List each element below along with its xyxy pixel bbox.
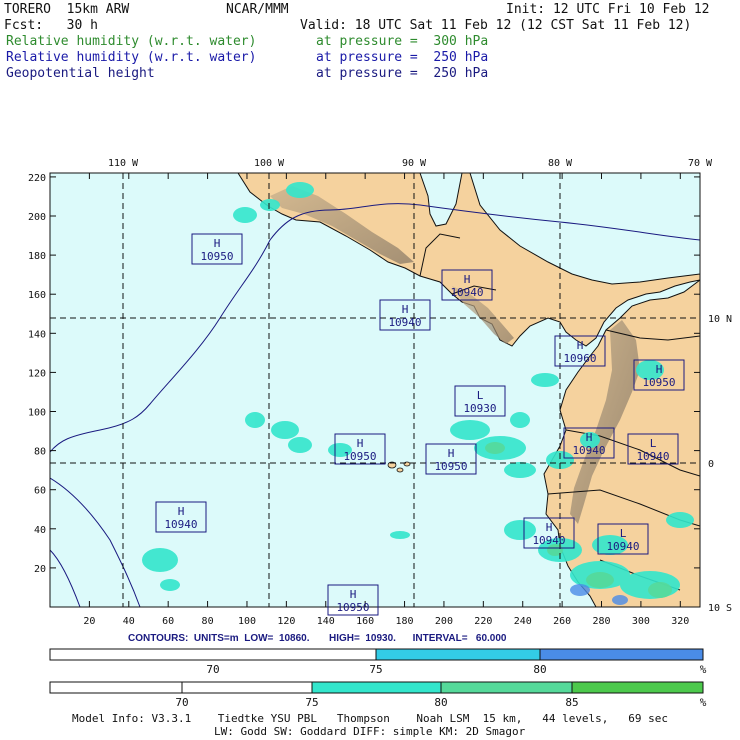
- x-tick-label: 60: [162, 616, 174, 627]
- center-value: 10950: [434, 460, 467, 473]
- contour-info: CONTOURS: UNITS=m LOW= 10860. HIGH= 1093…: [128, 633, 507, 644]
- y-tick-label: 160: [28, 290, 46, 301]
- center-type: L: [477, 389, 484, 402]
- center-value: 10940: [572, 444, 605, 457]
- colorbar-label: 80: [533, 663, 546, 676]
- physics-info: LW: Godd SW: Goddard DIFF: simple KM: 2D…: [214, 725, 526, 738]
- center-value: 10940: [450, 286, 483, 299]
- colorbar-label: 75: [369, 663, 382, 676]
- colorbar-label: 80: [434, 696, 447, 709]
- x-tick-label: 260: [553, 616, 571, 627]
- y-tick-label: 60: [34, 486, 46, 497]
- center-value: 10940: [164, 518, 197, 531]
- x-tick-label: 20: [83, 616, 95, 627]
- center-value: 10950: [200, 250, 233, 263]
- x-tick-label: 120: [277, 616, 295, 627]
- center-value: 10940: [388, 316, 421, 329]
- lon-label: 70 W: [688, 158, 713, 169]
- center-value: 10950: [642, 376, 675, 389]
- x-tick-label: 300: [632, 616, 650, 627]
- center-type: H: [464, 273, 471, 286]
- center-value: 10940: [606, 540, 639, 553]
- center-value: 10930: [463, 402, 496, 415]
- colorbar-segment: [440, 681, 573, 694]
- lat-label: 10 N: [708, 314, 732, 325]
- colorbar-segment: [539, 648, 704, 661]
- center-value: 10950: [336, 601, 369, 614]
- colorbar-label: 70: [175, 696, 188, 709]
- center-value: 10950: [343, 450, 376, 463]
- colorbar-label: %: [700, 696, 707, 709]
- x-tick-label: 200: [435, 616, 453, 627]
- center-value: 10940: [636, 450, 669, 463]
- x-tick-label: 240: [514, 616, 532, 627]
- colorbar-segment: [571, 681, 704, 694]
- center-value: 10940: [532, 534, 565, 547]
- center-type: H: [350, 588, 357, 601]
- weather-map: 110 W 100 W 90 W 80 W 70 W 10 N 0 10 S 2…: [28, 158, 732, 709]
- y-tick-label: 140: [28, 329, 46, 340]
- x-tick-label: 40: [123, 616, 135, 627]
- x-tick-label: 180: [396, 616, 414, 627]
- center-type: H: [586, 431, 593, 444]
- center-type: L: [650, 437, 657, 450]
- y-tick-label: 220: [28, 173, 46, 184]
- x-tick-label: 100: [238, 616, 256, 627]
- x-tick-label: 220: [474, 616, 492, 627]
- x-tick-label: 80: [202, 616, 214, 627]
- y-tick-label: 120: [28, 368, 46, 379]
- y-tick-label: 100: [28, 408, 46, 419]
- lon-label: 110 W: [108, 158, 139, 169]
- lat-label: 0: [708, 459, 714, 470]
- colorbar-segment: [49, 648, 377, 661]
- colorbar-300hpa: 70 75 80 85%: [49, 681, 707, 709]
- x-tick-label: 280: [592, 616, 610, 627]
- center-type: L: [620, 527, 627, 540]
- lon-label: 80 W: [548, 158, 573, 169]
- y-tick-label: 80: [34, 447, 46, 458]
- y-tick-label: 40: [34, 525, 46, 536]
- colorbar-segment: [375, 648, 541, 661]
- center-type: H: [402, 303, 409, 316]
- colorbar-segment: [49, 681, 183, 694]
- x-tick-label: 160: [356, 616, 374, 627]
- center-type: H: [357, 437, 364, 450]
- lon-label: 100 W: [254, 158, 285, 169]
- center-value: 10960: [563, 352, 596, 365]
- center-type: H: [656, 363, 663, 376]
- colorbar-label: 70: [206, 663, 219, 676]
- center-type: H: [546, 521, 553, 534]
- center-type: H: [178, 505, 185, 518]
- y-tick-label: 200: [28, 212, 46, 223]
- center-type: H: [448, 447, 455, 460]
- lat-label: 10 S: [708, 603, 732, 614]
- x-tick-label: 320: [671, 616, 689, 627]
- model-info: Model Info: V3.3.1 Tiedtke YSU PBL Thomp…: [72, 712, 669, 725]
- colorbar-label: %: [700, 663, 707, 676]
- y-tick-label: 180: [28, 251, 46, 262]
- center-type: H: [577, 339, 584, 352]
- colorbar-label: 75: [305, 696, 318, 709]
- center-type: H: [214, 237, 221, 250]
- lon-label: 90 W: [402, 158, 427, 169]
- y-tick-label: 20: [34, 564, 46, 575]
- colorbar-250hpa: 70 75 80%: [49, 648, 707, 676]
- colorbar-segment: [311, 681, 442, 694]
- x-tick-label: 140: [317, 616, 335, 627]
- colorbar-segment: [181, 681, 313, 694]
- colorbar-label: 85: [565, 696, 578, 709]
